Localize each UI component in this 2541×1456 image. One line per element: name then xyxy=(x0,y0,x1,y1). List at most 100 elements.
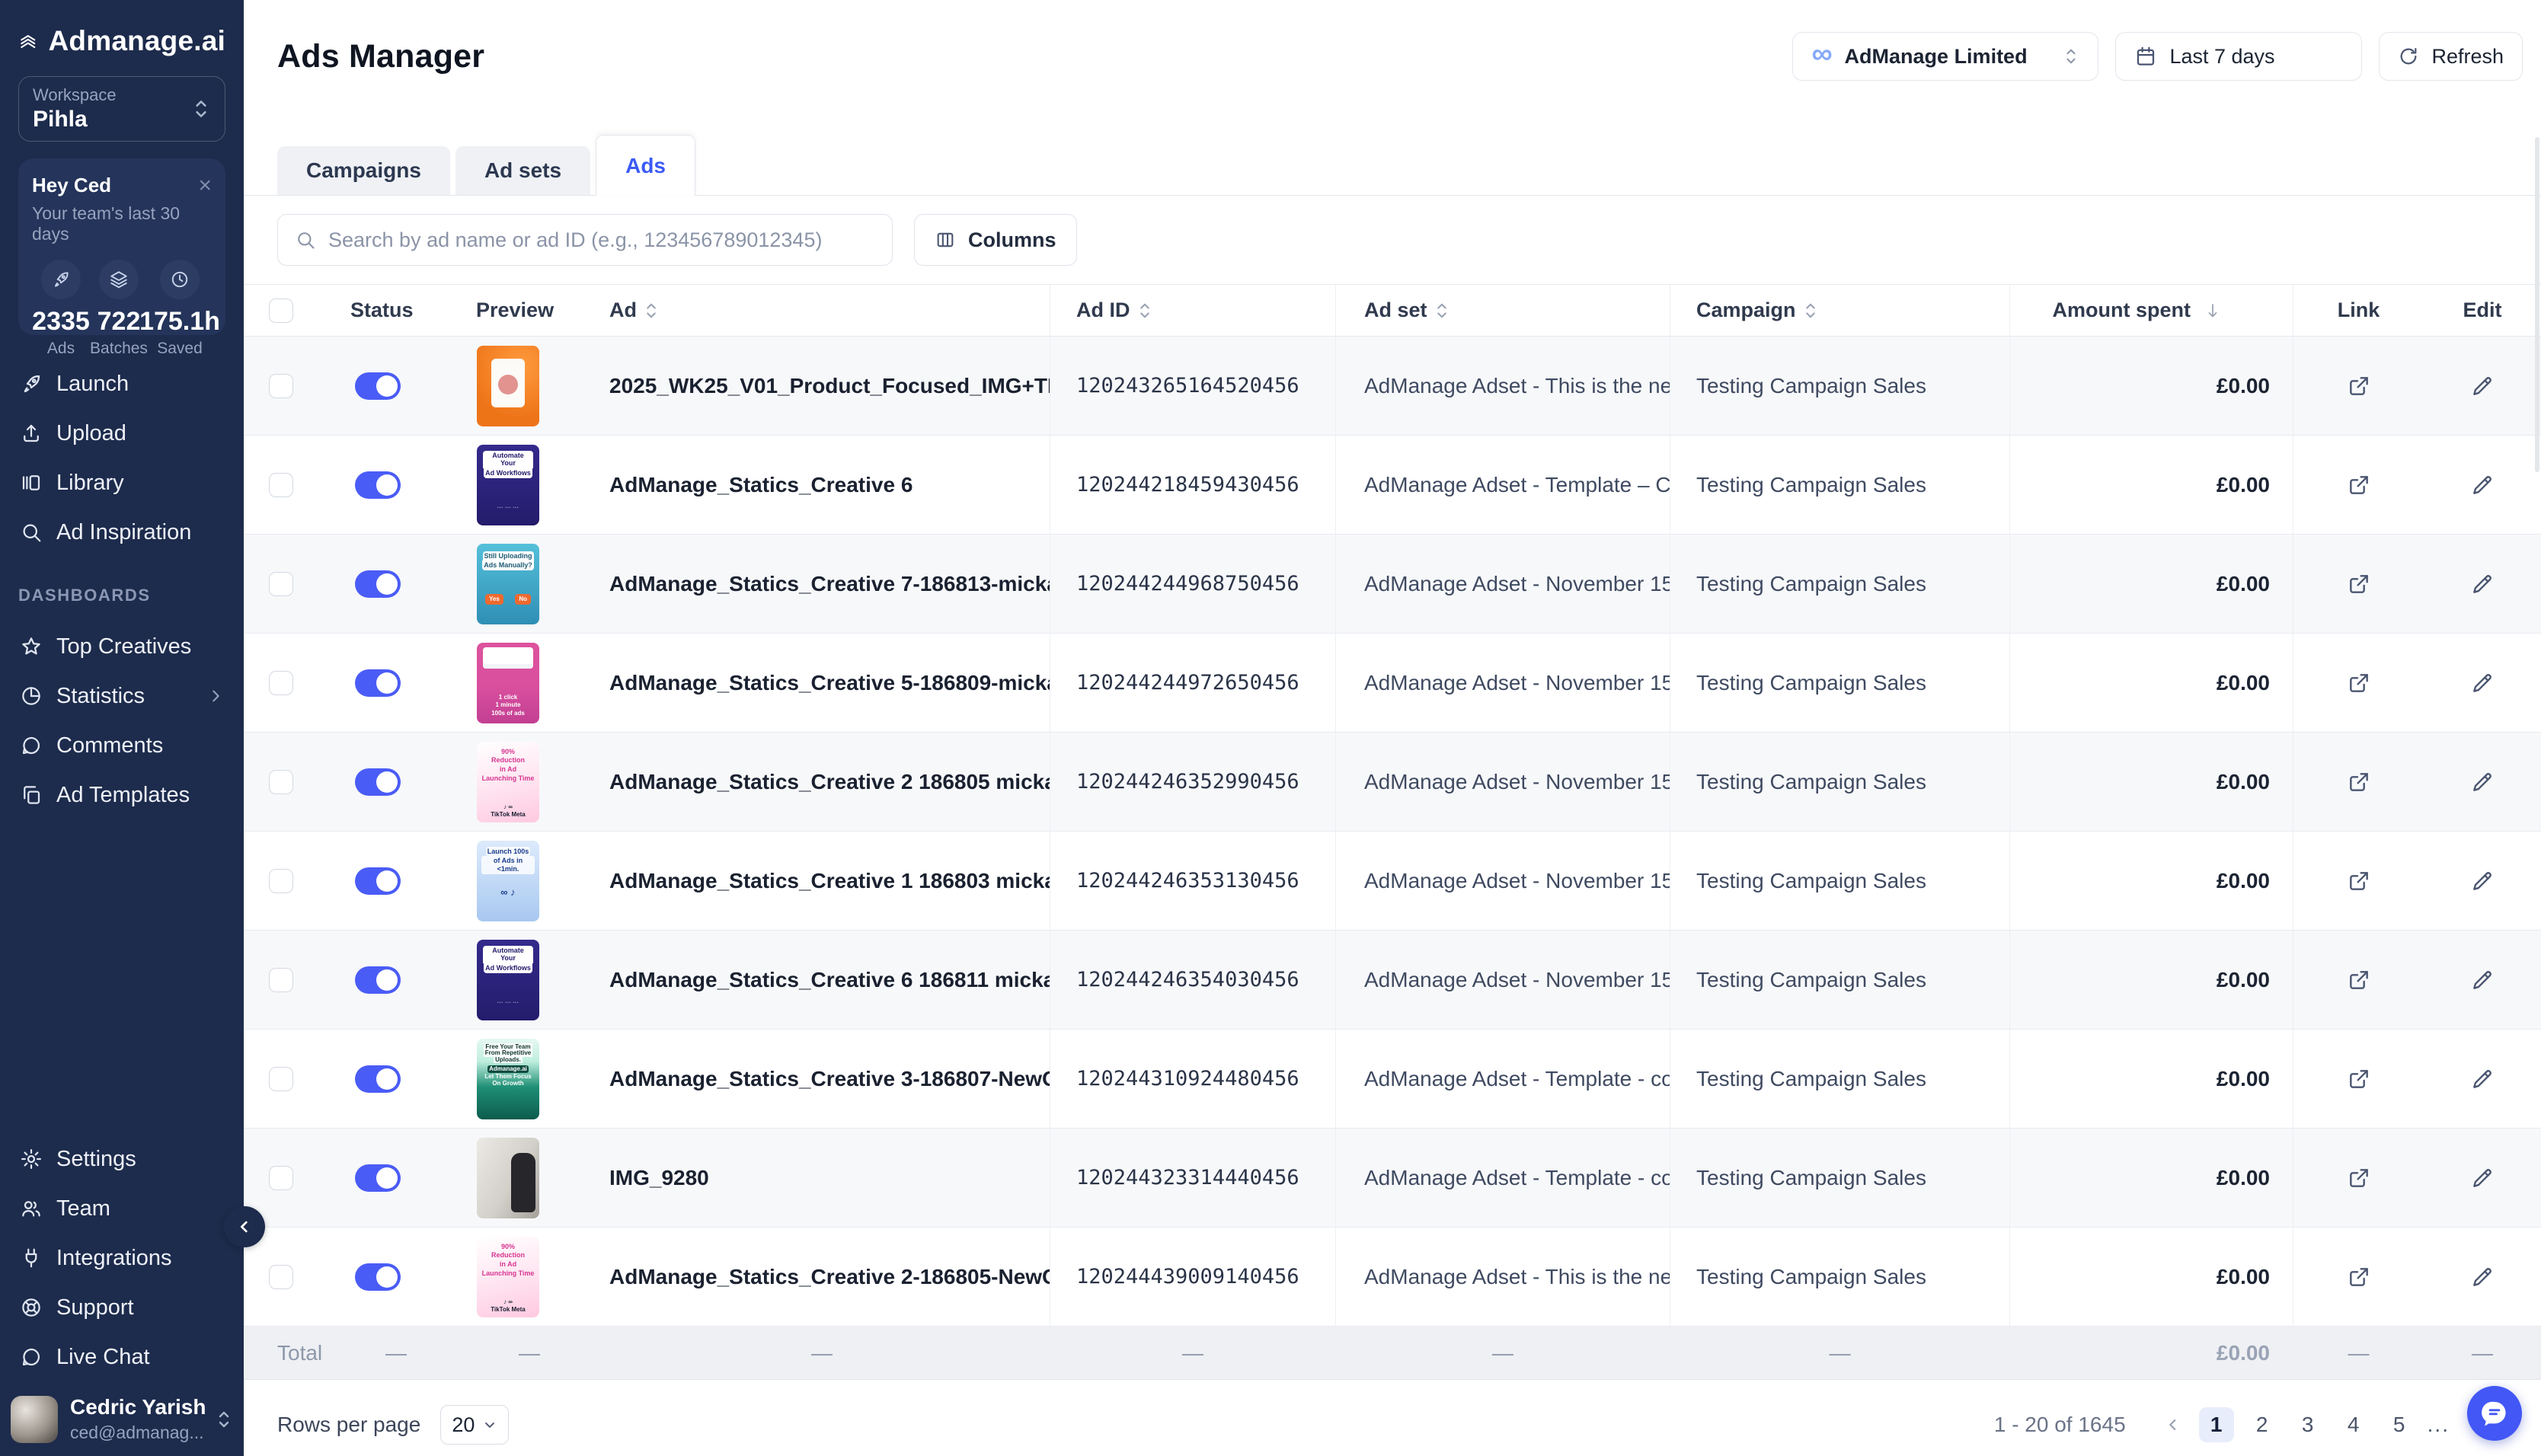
edit-button[interactable] xyxy=(2467,569,2498,599)
page-button-1[interactable]: 1 xyxy=(2199,1407,2234,1442)
row-checkbox[interactable] xyxy=(269,374,293,398)
status-toggle[interactable] xyxy=(355,669,401,697)
external-link-button[interactable] xyxy=(2344,668,2374,698)
sidebar-item-live-chat[interactable]: Live Chat xyxy=(18,1334,225,1380)
status-toggle[interactable] xyxy=(355,1164,401,1192)
row-checkbox[interactable] xyxy=(269,1067,293,1091)
sidebar-item-settings[interactable]: Settings xyxy=(18,1136,225,1182)
live-chat-widget-button[interactable] xyxy=(2467,1386,2522,1441)
edit-button[interactable] xyxy=(2467,668,2498,698)
sidebar-item-ad-templates[interactable]: Ad Templates xyxy=(18,772,225,818)
page-button-3[interactable]: 3 xyxy=(2290,1407,2325,1442)
edit-button[interactable] xyxy=(2467,1163,2498,1193)
ad-name[interactable]: AdManage_Statics_Creative 6 xyxy=(594,436,1050,534)
edit-button[interactable] xyxy=(2467,866,2498,896)
row-checkbox[interactable] xyxy=(269,572,293,596)
ad-preview-thumbnail[interactable]: Automate YourAd Workflows xyxy=(477,445,539,525)
row-checkbox[interactable] xyxy=(269,1166,293,1190)
date-range-selector[interactable]: Last 7 days xyxy=(2115,32,2362,81)
ad-preview-thumbnail[interactable]: Launch 100sof Ads in <1min. xyxy=(477,841,539,921)
external-link-button[interactable] xyxy=(2344,866,2374,896)
rows-per-page-select[interactable]: 20 xyxy=(440,1405,509,1445)
external-link-button[interactable] xyxy=(2344,371,2374,401)
scrollbar[interactable] xyxy=(2535,137,2539,472)
edit-button[interactable] xyxy=(2467,965,2498,995)
ad-account-selector[interactable]: ∞ AdManage Limited xyxy=(1792,32,2098,81)
sidebar-item-support[interactable]: Support xyxy=(18,1285,225,1330)
row-checkbox[interactable] xyxy=(269,671,293,695)
search-input[interactable] xyxy=(328,228,875,252)
ad-preview-thumbnail[interactable]: 90%Reductionin AdLaunching Time xyxy=(477,1237,539,1317)
row-checkbox[interactable] xyxy=(269,473,293,497)
row-checkbox[interactable] xyxy=(269,869,293,893)
sidebar-item-ad-inspiration[interactable]: Ad Inspiration xyxy=(18,509,225,555)
user-menu[interactable]: Cedric Yarish ced@admanag... xyxy=(11,1392,233,1447)
column-header-ad-id[interactable]: Ad ID xyxy=(1050,285,1335,336)
ad-preview-thumbnail[interactable]: Still UploadingAds Manually? xyxy=(477,544,539,624)
status-toggle[interactable] xyxy=(355,966,401,994)
sidebar-item-upload[interactable]: Upload xyxy=(18,410,225,456)
external-link-button[interactable] xyxy=(2344,1262,2374,1292)
row-checkbox[interactable] xyxy=(269,968,293,992)
sidebar-item-statistics[interactable]: Statistics xyxy=(18,673,225,719)
sidebar-item-comments[interactable]: Comments xyxy=(18,723,225,768)
external-link-button[interactable] xyxy=(2344,767,2374,797)
row-checkbox[interactable] xyxy=(269,770,293,794)
external-link-button[interactable] xyxy=(2344,1163,2374,1193)
sidebar-item-library[interactable]: Library xyxy=(18,460,225,506)
ad-name[interactable]: AdManage_Statics_Creative 1 186803 micka… xyxy=(594,832,1050,930)
page-button-2[interactable]: 2 xyxy=(2245,1407,2280,1442)
sidebar-item-integrations[interactable]: Integrations xyxy=(18,1235,225,1281)
workspace-selector[interactable]: Workspace Pihla xyxy=(18,76,225,142)
ad-preview-thumbnail[interactable] xyxy=(477,346,539,426)
ad-preview-thumbnail[interactable]: Free Your TeamFrom RepetitiveUploads.Adm… xyxy=(477,1039,539,1119)
status-toggle[interactable] xyxy=(355,768,401,796)
edit-button[interactable] xyxy=(2467,1064,2498,1094)
sidebar-item-top-creatives[interactable]: Top Creatives xyxy=(18,624,225,669)
edit-button[interactable] xyxy=(2467,767,2498,797)
status-toggle[interactable] xyxy=(355,1065,401,1093)
ad-name[interactable]: AdManage_Statics_Creative 5-186809-micka… xyxy=(594,634,1050,732)
ad-name[interactable]: 2025_WK25_V01_Product_Focused_IMG+TEXT_C xyxy=(594,337,1050,435)
row-checkbox[interactable] xyxy=(269,1265,293,1289)
ad-name[interactable]: AdManage_Statics_Creative 3-186807-NewCr… xyxy=(594,1030,1050,1128)
tab-campaigns[interactable]: Campaigns xyxy=(277,146,450,195)
tab-ad-sets[interactable]: Ad sets xyxy=(455,146,590,195)
status-toggle[interactable] xyxy=(355,372,401,400)
ad-name[interactable]: IMG_9280 xyxy=(594,1129,1050,1227)
ad-name[interactable]: AdManage_Statics_Creative 6 186811 micka… xyxy=(594,931,1050,1029)
status-toggle[interactable] xyxy=(355,867,401,895)
sidebar-collapse-button[interactable] xyxy=(224,1206,265,1247)
edit-button[interactable] xyxy=(2467,371,2498,401)
external-link-button[interactable] xyxy=(2344,1064,2374,1094)
column-header-ad[interactable]: Ad xyxy=(594,285,1050,336)
page-button-5[interactable]: 5 xyxy=(2382,1407,2417,1442)
page-button-4[interactable]: 4 xyxy=(2336,1407,2371,1442)
status-toggle[interactable] xyxy=(355,570,401,598)
refresh-button[interactable]: Refresh xyxy=(2379,32,2523,81)
close-icon[interactable]: × xyxy=(198,174,212,197)
columns-button[interactable]: Columns xyxy=(914,214,1077,266)
sidebar-item-team[interactable]: Team xyxy=(18,1186,225,1231)
external-link-button[interactable] xyxy=(2344,965,2374,995)
app-logo[interactable]: Admanage.ai xyxy=(18,23,225,59)
ad-name[interactable]: AdManage_Statics_Creative 2-186805-NewCr… xyxy=(594,1228,1050,1326)
external-link-button[interactable] xyxy=(2344,569,2374,599)
ad-preview-thumbnail[interactable] xyxy=(477,1138,539,1218)
edit-button[interactable] xyxy=(2467,1262,2498,1292)
status-toggle[interactable] xyxy=(355,471,401,499)
sidebar-item-launch[interactable]: Launch xyxy=(18,361,225,407)
ad-preview-thumbnail[interactable]: 90%Reductionin AdLaunching Time xyxy=(477,742,539,822)
external-link-button[interactable] xyxy=(2344,470,2374,500)
column-header-ad-set[interactable]: Ad set xyxy=(1335,285,1670,336)
column-header-campaign[interactable]: Campaign xyxy=(1670,285,2009,336)
select-all-checkbox[interactable] xyxy=(269,299,293,323)
ad-name[interactable]: AdManage_Statics_Creative 2 186805 micka… xyxy=(594,733,1050,831)
ad-preview-thumbnail[interactable]: Automate YourAd Workflows xyxy=(477,940,539,1020)
edit-button[interactable] xyxy=(2467,470,2498,500)
ad-preview-thumbnail[interactable]: 1 click1 minute100s of ads xyxy=(477,643,539,723)
previous-page-button[interactable] xyxy=(2158,1407,2188,1442)
ad-name[interactable]: AdManage_Statics_Creative 7-186813-micka… xyxy=(594,535,1050,633)
status-toggle[interactable] xyxy=(355,1263,401,1291)
tab-ads[interactable]: Ads xyxy=(596,135,695,196)
